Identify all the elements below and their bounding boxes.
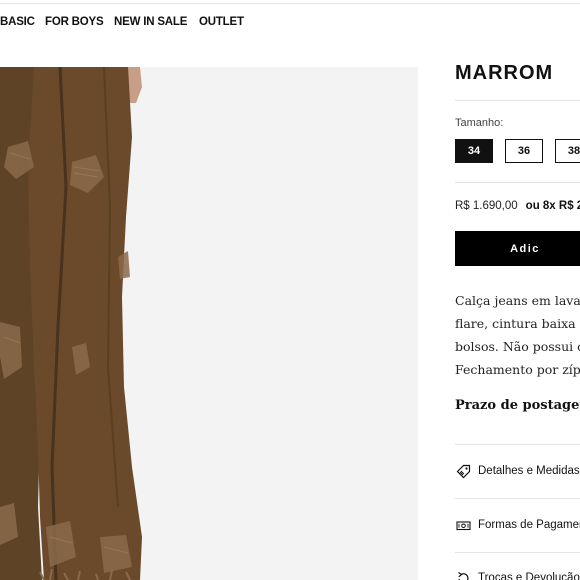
size-option-38[interactable]: 38 — [555, 139, 580, 163]
shipping-deadline-label: Prazo de postagem: — [455, 398, 580, 413]
main-nav: BASIC FOR BOYS NEW IN SALE OUTLET — [0, 16, 420, 32]
description-line: flare, cintura baixa e — [455, 316, 580, 331]
nav-item-outlet[interactable]: OUTLET — [199, 16, 244, 28]
installments-text: ou 8x R$ 2 — [525, 200, 580, 212]
title-divider — [455, 100, 580, 101]
cash-icon — [455, 517, 471, 533]
nav-item-for-boys[interactable]: FOR BOYS — [45, 16, 104, 28]
accordion-returns[interactable]: Trocas e Devolução — [455, 568, 580, 580]
product-price: R$ 1.690,00 — [455, 200, 518, 212]
accordion-divider — [455, 444, 580, 445]
product-photo — [0, 67, 418, 580]
accordion-details[interactable]: Detalhes e Medidas — [455, 461, 580, 481]
product-title: MARROM — [455, 62, 554, 84]
description-line: bolsos. Não possui có — [455, 339, 580, 354]
accordion-divider — [455, 498, 580, 499]
product-image[interactable] — [0, 67, 418, 580]
size-option-36[interactable]: 36 — [505, 139, 543, 163]
accordion-label: Formas de Pagamen — [478, 519, 580, 531]
price-row: R$ 1.690,00 ou 8x R$ 2 — [455, 200, 580, 212]
accordion-payment[interactable]: Formas de Pagamen — [455, 515, 580, 535]
nav-item-new-in-sale[interactable]: NEW IN SALE — [114, 16, 187, 28]
size-divider — [455, 182, 580, 183]
return-icon — [455, 570, 471, 580]
accordion-label: Detalhes e Medidas — [478, 465, 580, 477]
accordion-divider — [455, 552, 580, 553]
top-divider — [0, 3, 580, 4]
size-option-34[interactable]: 34 — [455, 139, 493, 163]
size-label: Tamanho: — [455, 117, 504, 129]
accordion-label: Trocas e Devolução — [478, 572, 580, 580]
description-line: Fechamento por zípe — [455, 362, 580, 377]
product-description: Calça jeans em lavage flare, cintura bai… — [455, 289, 580, 381]
nav-item-basic[interactable]: BASIC — [0, 16, 35, 28]
add-to-cart-button[interactable]: Adic — [455, 231, 580, 266]
tag-icon — [455, 463, 471, 479]
description-line: Calça jeans em lavage — [455, 293, 580, 308]
